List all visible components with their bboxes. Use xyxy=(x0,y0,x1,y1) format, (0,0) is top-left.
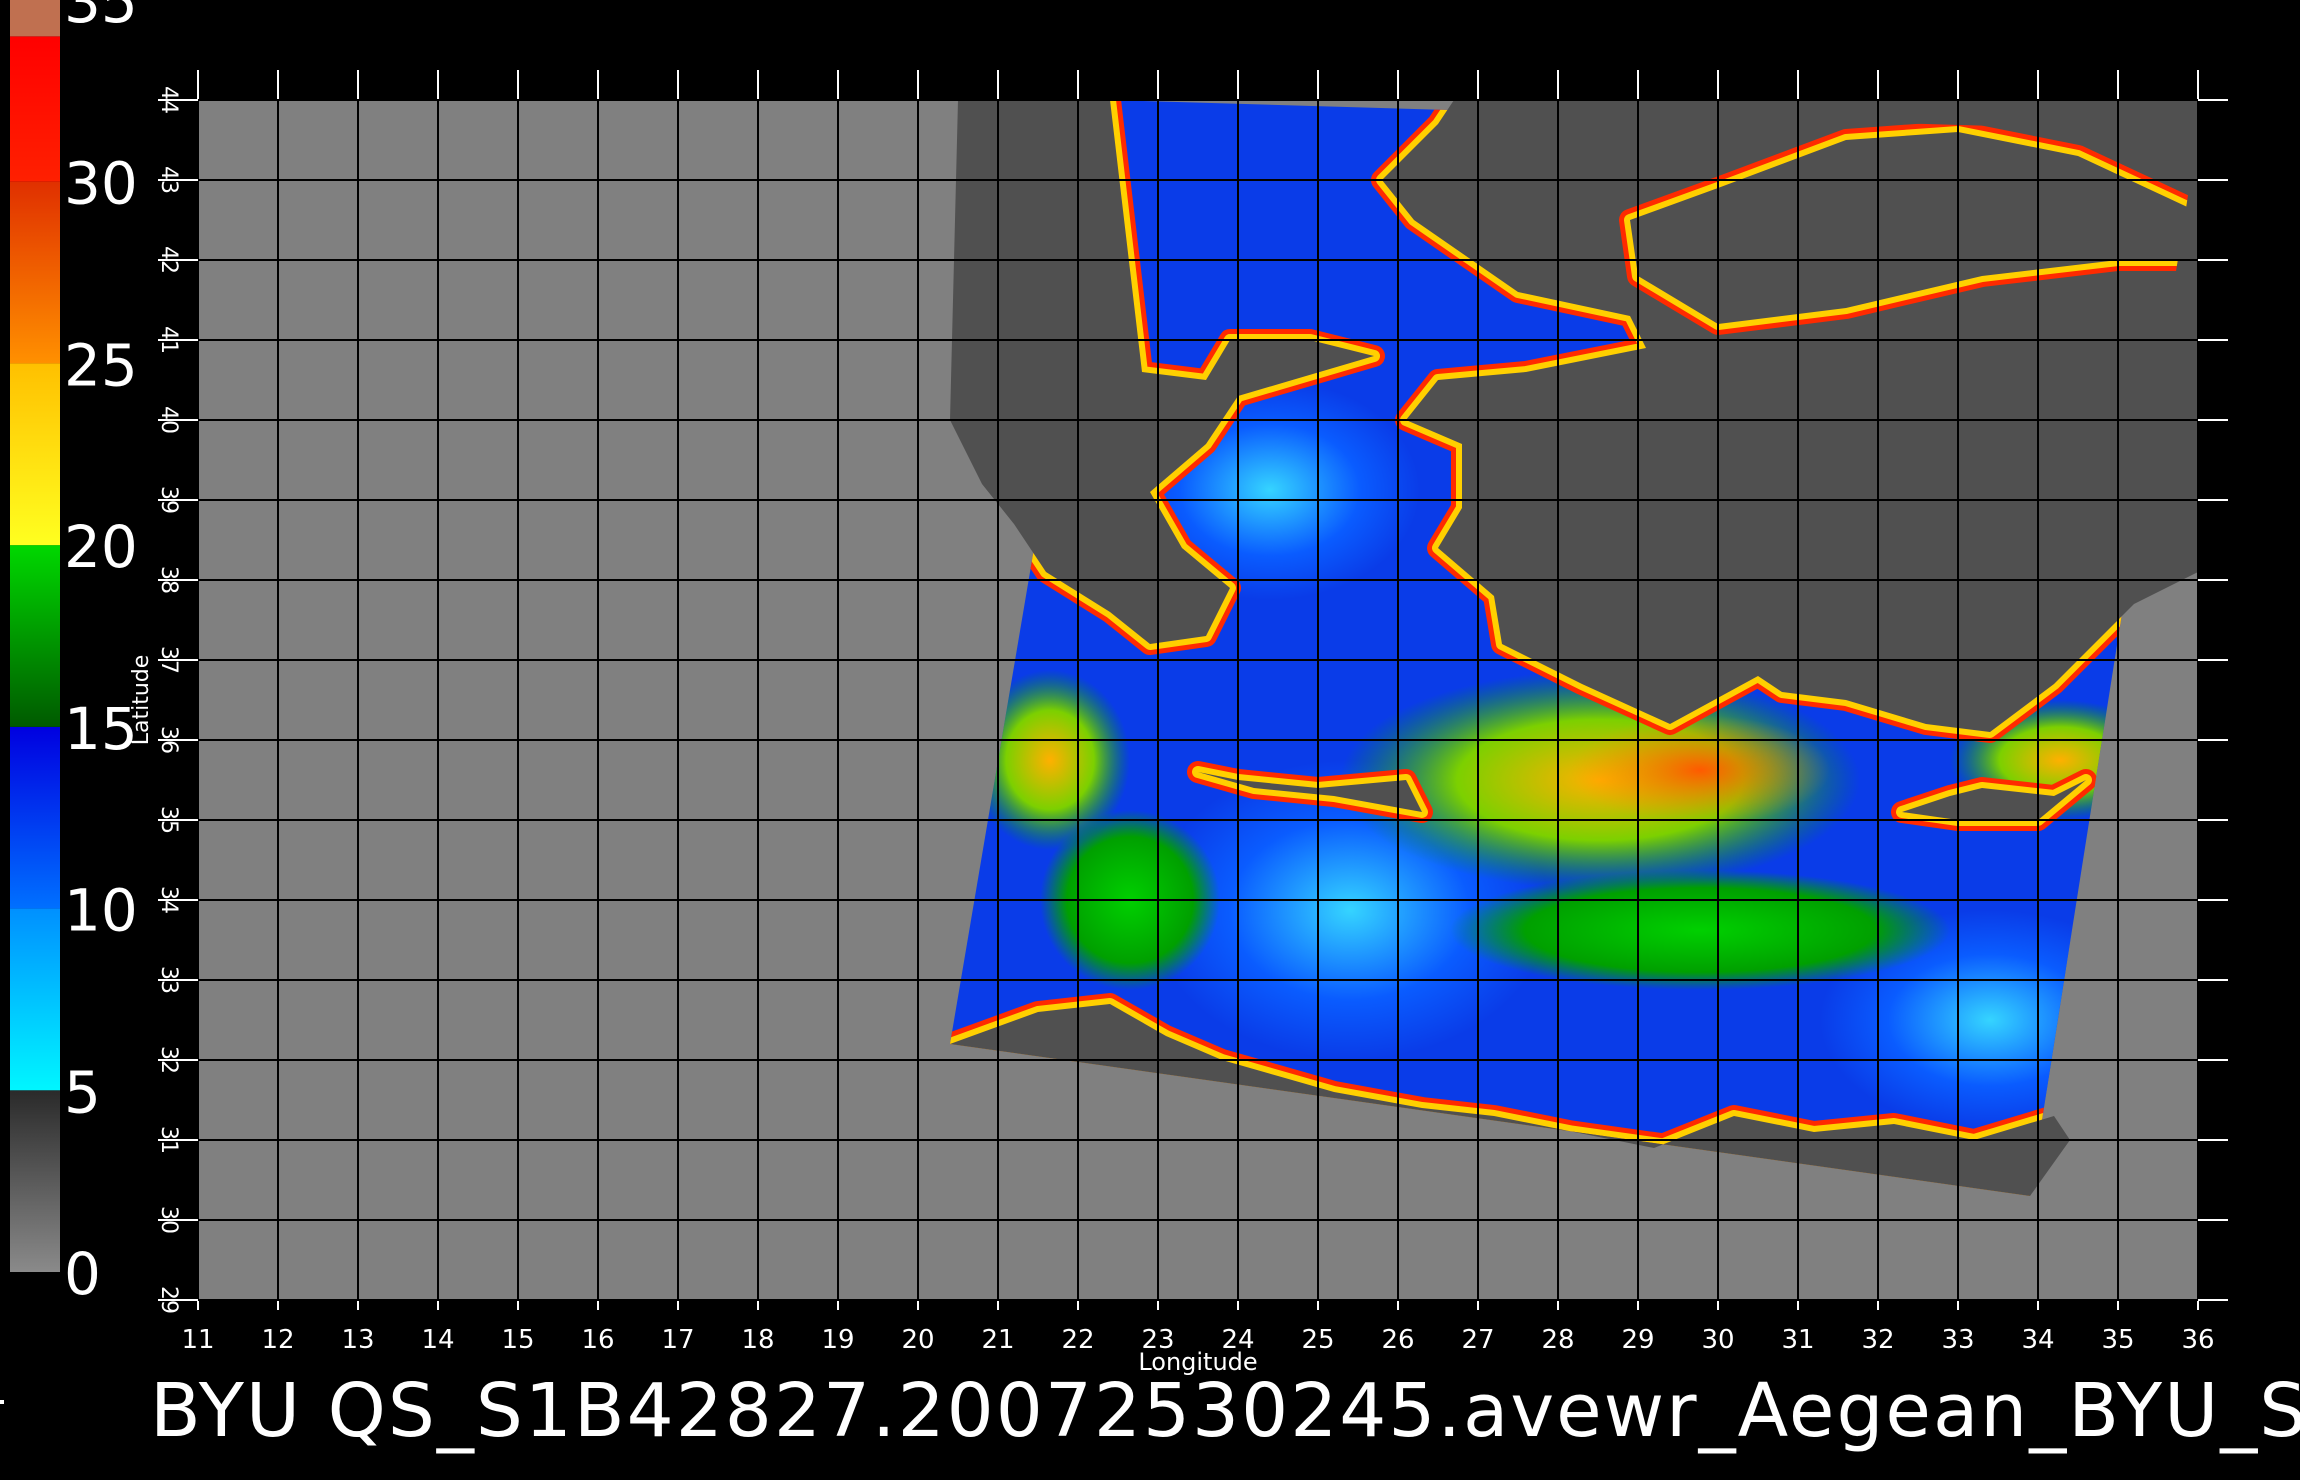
x-tick-label: 11 xyxy=(181,1325,214,1355)
y-tick-label: 39 xyxy=(156,486,181,514)
swath-layer xyxy=(950,100,2198,1196)
x-tick-label: 20 xyxy=(901,1325,934,1355)
x-tick-label: 29 xyxy=(1621,1325,1654,1355)
y-tick-label: 43 xyxy=(156,166,181,194)
y-tick-label: 29 xyxy=(156,1286,181,1314)
colorbar-band xyxy=(10,181,60,364)
y-tick-label: 37 xyxy=(156,646,181,674)
colorbar-label: 5 xyxy=(64,1058,101,1126)
colorbar-band xyxy=(10,363,60,546)
colorbar-band xyxy=(10,36,60,182)
y-tick-label: 36 xyxy=(156,726,181,754)
product-caption: BYU QS_S1B42827.20072530245.avewr_Aegean… xyxy=(150,1368,2300,1454)
x-tick-label: 35 xyxy=(2101,1325,2134,1355)
colorbar-band xyxy=(10,0,60,37)
x-tick-label: 16 xyxy=(581,1325,614,1355)
edge-marker xyxy=(0,1400,4,1404)
y-tick-label: 38 xyxy=(156,566,181,594)
colorbar-label: 20 xyxy=(64,513,138,581)
y-tick-label: 42 xyxy=(156,246,181,274)
y-tick-label: 44 xyxy=(156,86,181,114)
y-tick-label: 30 xyxy=(156,1206,181,1234)
colorbar-band xyxy=(10,1090,60,1272)
wind-speed-map: 11 12 13 14 15 16 17 18 19 20 21 22 23 24 25 26 27 28 29 30… xyxy=(10,0,2228,1376)
x-tick-label: 32 xyxy=(1861,1325,1894,1355)
y-tick-label: 41 xyxy=(156,326,181,354)
x-tick-label: 34 xyxy=(2021,1325,2054,1355)
x-tick-label: 22 xyxy=(1061,1325,1094,1355)
x-tick-label: 13 xyxy=(341,1325,374,1355)
x-tick-label: 36 xyxy=(2181,1325,2214,1355)
colorbar-label: 10 xyxy=(64,877,138,945)
x-tick-label: 12 xyxy=(261,1325,294,1355)
x-tick-label: 25 xyxy=(1301,1325,1334,1355)
x-tick-label: 30 xyxy=(1701,1325,1734,1355)
y-tick-label: 33 xyxy=(156,966,181,994)
x-tick-label: 26 xyxy=(1381,1325,1414,1355)
colorbar-label: 0 xyxy=(64,1240,101,1308)
x-tick-label: 14 xyxy=(421,1325,454,1355)
colorbar-label: 15 xyxy=(64,695,138,763)
y-tick-label: 40 xyxy=(156,406,181,434)
colorbar-label: 30 xyxy=(64,150,138,218)
x-tick-label: 27 xyxy=(1461,1325,1494,1355)
colorbar-label: 35 xyxy=(64,0,138,36)
colorbar-label: 25 xyxy=(64,331,138,399)
x-tick-label: 28 xyxy=(1541,1325,1574,1355)
y-tick-label: 35 xyxy=(156,806,181,834)
wind-field-blob xyxy=(1450,870,1950,990)
colorbar: 35 30 25 20 15 10 5 0 xyxy=(10,0,138,1308)
y-tick-label: 34 xyxy=(156,886,181,914)
colorbar-band xyxy=(10,908,60,1091)
wind-field-blob xyxy=(1570,715,1830,825)
x-tick-label: 31 xyxy=(1781,1325,1814,1355)
x-tick-label: 19 xyxy=(821,1325,854,1355)
x-tick-label: 18 xyxy=(741,1325,774,1355)
x-tick-label: 21 xyxy=(981,1325,1014,1355)
x-tick-label: 15 xyxy=(501,1325,534,1355)
y-tick-label: 31 xyxy=(156,1126,181,1154)
colorbar-band xyxy=(10,545,60,727)
y-tick-label: 32 xyxy=(156,1046,181,1074)
x-tick-label: 17 xyxy=(661,1325,694,1355)
colorbar-band xyxy=(10,726,60,909)
x-tick-label: 33 xyxy=(1941,1325,1974,1355)
y-tick-labels: 29 30 31 32 33 34 35 36 37 38 39 40 41 42 43 44 xyxy=(156,86,181,1314)
